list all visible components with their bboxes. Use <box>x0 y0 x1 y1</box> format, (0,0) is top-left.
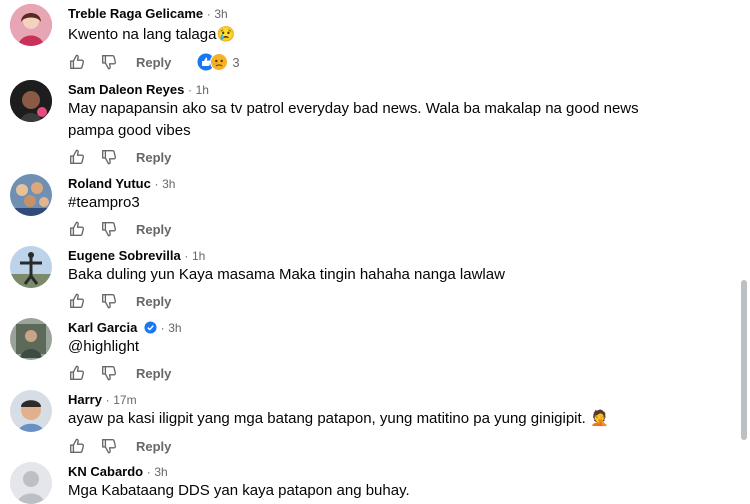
avatar[interactable] <box>10 4 52 46</box>
timestamp[interactable]: 3h <box>168 321 181 335</box>
comment-header: Sam Daleon Reyes · 1h <box>68 82 209 97</box>
comment-actions: Reply <box>68 363 171 383</box>
comment-body-line: May napapansin ako sa tv patrol everyday… <box>68 100 639 117</box>
timestamp[interactable]: 1h <box>192 249 205 263</box>
separator: · <box>184 249 189 263</box>
comment-body-line: pampa good vibes <box>68 122 191 139</box>
avatar[interactable] <box>10 246 52 288</box>
facepalm-emoji: 🤦 <box>590 410 609 427</box>
comment-text: Mga Kabataang DDS yan kaya patapon ang b… <box>68 480 698 502</box>
avatar[interactable] <box>10 462 52 504</box>
separator: · <box>206 7 211 21</box>
comment-text: @highlight <box>68 336 698 358</box>
reply-button[interactable]: Reply <box>136 222 171 237</box>
separator: · <box>146 465 151 479</box>
reply-button[interactable]: Reply <box>136 150 171 165</box>
avatar[interactable] <box>10 174 52 216</box>
author-name[interactable]: Roland Yutuc <box>68 176 151 191</box>
comment-actions: Reply 3 <box>68 52 240 72</box>
like-icon[interactable] <box>68 437 86 455</box>
comment-text: #teampro3 <box>68 192 698 214</box>
avatar[interactable] <box>10 80 52 122</box>
comment-actions: Reply <box>68 147 171 167</box>
comment-header: Harry · 17m <box>68 392 137 407</box>
mention-link[interactable]: @highlight <box>68 338 139 355</box>
comment-header: Roland Yutuc · 3h <box>68 176 175 191</box>
sad-reaction-icon <box>210 53 229 71</box>
separator: · <box>160 321 165 335</box>
reply-button[interactable]: Reply <box>136 439 171 454</box>
dislike-icon[interactable] <box>100 437 118 455</box>
like-icon[interactable] <box>68 292 86 310</box>
avatar[interactable] <box>10 390 52 432</box>
comment-header: KN Cabardo · 3h <box>68 464 168 479</box>
like-icon[interactable] <box>68 148 86 166</box>
verified-badge-icon <box>144 321 157 334</box>
reply-button[interactable]: Reply <box>136 294 171 309</box>
reply-button[interactable]: Reply <box>136 366 171 381</box>
author-name[interactable]: Karl Garcia <box>68 320 137 335</box>
author-name[interactable]: KN Cabardo <box>68 464 143 479</box>
like-icon[interactable] <box>68 364 86 382</box>
comment-body: ayaw pa kasi iligpit yang mga batang pat… <box>68 410 586 427</box>
comment-body[interactable]: #teampro3 <box>68 194 140 211</box>
dislike-icon[interactable] <box>100 364 118 382</box>
avatar[interactable] <box>10 318 52 360</box>
sad-emoji: 😢 <box>216 26 236 43</box>
comment-text: ayaw pa kasi iligpit yang mga batang pat… <box>68 408 698 430</box>
separator: · <box>154 177 159 191</box>
comment-body: Kwento na lang talaga <box>68 26 217 43</box>
like-icon[interactable] <box>68 53 86 71</box>
author-name[interactable]: Harry <box>68 392 102 407</box>
comment-text: Kwento na lang talaga😢 <box>68 24 698 46</box>
timestamp[interactable]: 3h <box>214 7 227 21</box>
reply-button[interactable]: Reply <box>136 55 171 70</box>
separator: · <box>105 393 110 407</box>
comment-body: Mga Kabataang DDS yan kaya patapon ang b… <box>68 482 410 499</box>
comment-actions: Reply <box>68 436 171 456</box>
comment-actions: Reply <box>68 219 171 239</box>
dislike-icon[interactable] <box>100 148 118 166</box>
comment-body: Baka duling yun Kaya masama Maka tingin … <box>68 266 505 283</box>
separator: · <box>187 83 192 97</box>
like-icon[interactable] <box>68 220 86 238</box>
author-name[interactable]: Sam Daleon Reyes <box>68 82 184 97</box>
scrollbar-thumb[interactable] <box>741 280 747 440</box>
dislike-icon[interactable] <box>100 220 118 238</box>
reaction-summary[interactable]: 3 <box>197 53 240 71</box>
timestamp[interactable]: 3h <box>154 465 167 479</box>
dislike-icon[interactable] <box>100 292 118 310</box>
reaction-count: 3 <box>232 54 240 70</box>
author-name[interactable]: Eugene Sobrevilla <box>68 248 181 263</box>
comment-header: Eugene Sobrevilla · 1h <box>68 248 205 263</box>
timestamp[interactable]: 17m <box>113 393 136 407</box>
timestamp[interactable]: 1h <box>196 83 209 97</box>
timestamp[interactable]: 3h <box>162 177 175 191</box>
author-name[interactable]: Treble Raga Gelicame <box>68 6 203 21</box>
comment-actions: Reply <box>68 291 171 311</box>
comment-header: Treble Raga Gelicame · 3h <box>68 6 228 21</box>
comment-header: Karl Garcia · 3h <box>68 320 182 335</box>
comment-text: Baka duling yun Kaya masama Maka tingin … <box>68 264 698 286</box>
comment-text: May napapansin ako sa tv patrol everyday… <box>68 98 698 142</box>
dislike-icon[interactable] <box>100 53 118 71</box>
